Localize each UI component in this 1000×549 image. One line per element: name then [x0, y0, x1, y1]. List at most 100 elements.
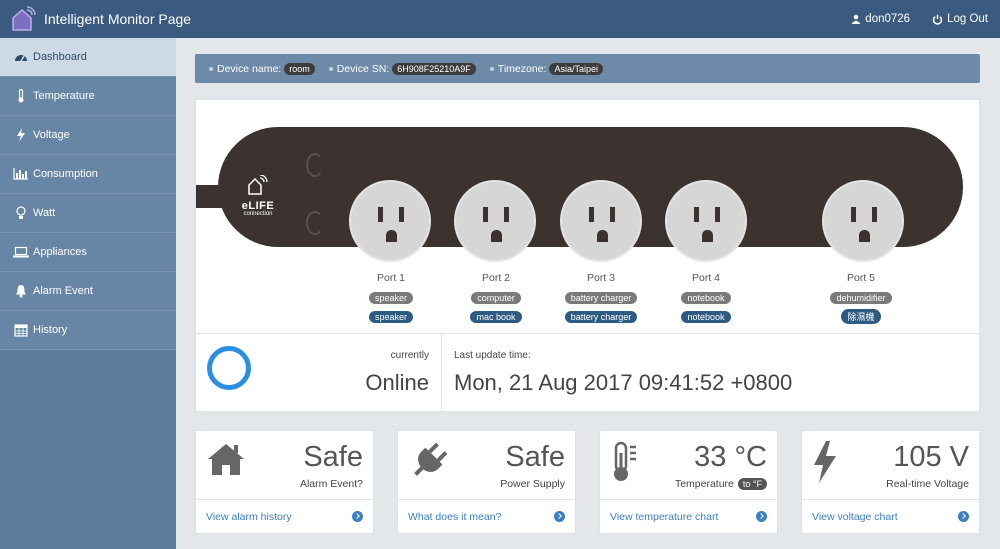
port-type-tag: battery charger [564, 292, 638, 304]
timezone-group: Timezone: Asia/Taipei [489, 62, 603, 75]
arrow-right-icon [958, 511, 969, 522]
device-sn-value: 6H908F25210A9F [392, 62, 476, 75]
sidebar-item-consumption[interactable]: Consumption [0, 155, 176, 194]
sidebar-item-alarm-event[interactable]: Alarm Event [0, 272, 176, 311]
outlet-port-1[interactable] [349, 180, 431, 262]
sidebar-item-appliances[interactable]: Appliances [0, 233, 176, 272]
laptop-icon [13, 244, 29, 260]
outlet-port-3[interactable] [560, 180, 642, 262]
power-strip [218, 127, 963, 262]
device-name-label: Device name: [217, 62, 282, 75]
port-type-tag: dehumidifier [830, 292, 892, 304]
arrow-right-icon [352, 511, 363, 522]
what-does-it-mean-link[interactable]: What does it mean? [398, 499, 575, 533]
device-sn-group: Device SN: 6H908F25210A9F [328, 62, 476, 75]
brand-subtitle: connection [243, 211, 273, 217]
port-type-tag: computer [471, 292, 521, 304]
user-menu[interactable]: don0726 [851, 13, 910, 25]
switch-indicator [306, 153, 324, 177]
port-type-tag: speaker [368, 292, 414, 304]
status-ring-icon [207, 346, 251, 390]
dashboard-icon [13, 49, 29, 65]
user-icon [851, 14, 861, 24]
device-sn-label: Device SN: [336, 62, 390, 75]
arrow-right-icon [554, 511, 565, 522]
switch-indicator [306, 211, 324, 235]
port-device-tag[interactable]: speaker [368, 311, 414, 323]
sidebar-item-label: Voltage [33, 129, 70, 141]
sidebar-item-label: History [33, 324, 68, 336]
arrow-right-icon [756, 511, 767, 522]
voltage-value: 105 V [893, 441, 969, 473]
port-4-info: Port 4 notebook notebook [661, 272, 751, 326]
temperature-value: 33 °C [694, 441, 767, 473]
outlet-port-4[interactable] [665, 180, 747, 262]
view-alarm-history-link[interactable]: View alarm history [196, 499, 373, 533]
view-temperature-chart-link[interactable]: View temperature chart [600, 499, 777, 533]
bolt-icon [812, 441, 852, 483]
top-bar: Intelligent Monitor Page don0726 Log Out [0, 0, 1000, 38]
temperature-label: Temperature to °F [675, 478, 767, 490]
port-device-tag[interactable]: notebook [681, 311, 731, 323]
status-caption: currently [390, 350, 429, 361]
sidebar-item-label: Dashboard [33, 51, 87, 63]
sidebar-item-label: Appliances [33, 246, 87, 258]
home-wifi-icon [248, 174, 268, 195]
port-3-info: Port 3 battery charger battery charger [556, 272, 646, 326]
outlet-port-2[interactable] [454, 180, 536, 262]
bolt-icon [13, 127, 29, 143]
divider [441, 334, 442, 413]
temperature-card: 33 °C Temperature to °F View temperature… [599, 430, 778, 534]
sidebar-item-temperature[interactable]: Temperature [0, 77, 176, 116]
sidebar-item-label: Watt [33, 207, 56, 219]
power-icon [932, 14, 943, 25]
logout-button[interactable]: Log Out [932, 13, 988, 25]
device-name-value: room [284, 62, 315, 75]
outlet-port-5[interactable] [822, 180, 904, 262]
sidebar-item-watt[interactable]: Watt [0, 194, 176, 233]
sidebar-item-voltage[interactable]: Voltage [0, 116, 176, 155]
port-5-info: Port 5 dehumidifier 除濕機 [816, 272, 906, 327]
sidebar-item-label: Temperature [33, 90, 95, 102]
timezone-value: Asia/Taipei [549, 62, 603, 75]
power-card: Safe Power Supply What does it mean? [397, 430, 576, 534]
logout-label: Log Out [947, 13, 988, 25]
view-voltage-chart-link[interactable]: View voltage chart [802, 499, 979, 533]
alarm-status-label: Alarm Event? [299, 478, 363, 490]
port-type-tag: notebook [681, 292, 731, 304]
bar-chart-icon [13, 166, 29, 182]
plug-icon [408, 441, 448, 481]
username: don0726 [865, 13, 911, 25]
app-title: Intelligent Monitor Page [44, 11, 192, 27]
port-1-info: Port 1 speaker speaker [346, 272, 436, 326]
alarm-card: Safe Alarm Event? View alarm history [195, 430, 374, 534]
sidebar-item-label: Consumption [33, 168, 98, 180]
home-icon [206, 441, 246, 481]
last-update-time: Mon, 21 Aug 2017 09:41:52 +0800 [454, 370, 793, 395]
sidebar-item-label: Alarm Event [33, 285, 93, 297]
sidebar-item-history[interactable]: History [0, 311, 176, 350]
voltage-card: 105 V Real-time Voltage View voltage cha… [801, 430, 980, 534]
port-device-tag[interactable]: battery charger [564, 311, 638, 323]
device-info-bar: Device name: room Device SN: 6H908F25210… [195, 54, 980, 83]
divider [196, 333, 981, 334]
voltage-label: Real-time Voltage [886, 478, 969, 490]
power-status-value: Safe [505, 441, 565, 473]
thermometer-icon [610, 441, 650, 481]
brand-logo: eLIFE connection [233, 174, 283, 217]
sidebar-item-dashboard[interactable]: Dashboard [0, 38, 176, 77]
unit-toggle-button[interactable]: to °F [737, 478, 767, 490]
device-panel: eLIFE connection Port 1 speaker speaker … [195, 99, 981, 413]
port-name: Port 1 [376, 272, 405, 284]
timezone-label: Timezone: [497, 62, 547, 75]
alarm-status-value: Safe [303, 441, 363, 473]
connection-status: Online [365, 370, 429, 395]
lightbulb-icon [13, 205, 29, 221]
port-device-tag[interactable]: mac book [470, 311, 522, 323]
thermometer-icon [13, 88, 29, 104]
port-2-info: Port 2 computer mac book [451, 272, 541, 326]
bell-icon [13, 283, 29, 299]
port-name: Port 3 [586, 272, 615, 284]
port-device-tag[interactable]: 除濕機 [841, 309, 881, 324]
port-name: Port 5 [846, 272, 875, 284]
